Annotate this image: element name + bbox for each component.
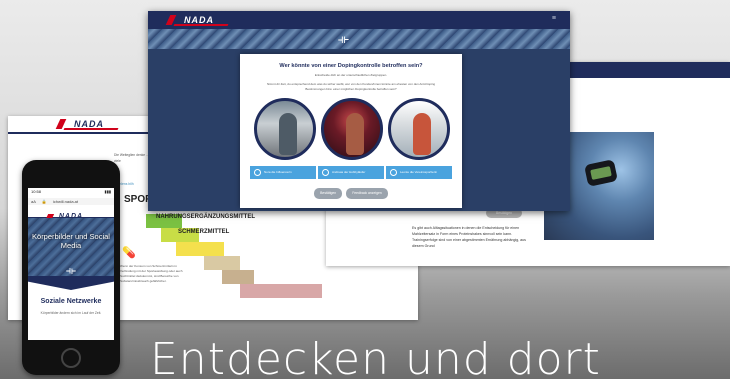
staircase-step-3: [176, 242, 224, 256]
option-influencer[interactable]: Nora die Influencerin: [250, 166, 316, 179]
option-hobby-runner[interactable]: Andreas der Hobbyläufer: [318, 166, 384, 179]
hero-strip: ⟛: [148, 29, 570, 49]
text-size-button[interactable]: aA: [31, 199, 36, 204]
phone-section-title: Soziale Netzwerke: [40, 298, 102, 305]
phone-time: 10:58: [31, 189, 42, 194]
front-header: NADA ≡: [148, 11, 570, 29]
modal-text-1: Entscheide dich an der unterschiedlichen…: [314, 73, 388, 77]
banner-text: Entdecken und dort: [150, 340, 601, 379]
phone-status-bar: 10:58 ▮▮▮: [28, 188, 114, 198]
staircase-label-supplements: NAHRUNGSERGÄNZUNGSMITTEL: [156, 214, 255, 220]
option-club-athlete[interactable]: Leonie die Vereinssportlerin: [386, 166, 452, 179]
confirm-button[interactable]: Bestätigen: [314, 188, 343, 199]
persona-photo-runner: [321, 98, 383, 160]
hamburger-menu-icon[interactable]: ≡: [552, 15, 556, 22]
signal-icon: ▮▮▮: [104, 189, 111, 194]
front-screen: NADA ≡ ⟛ Wer könnte von einer Dopingkont…: [148, 11, 570, 211]
phone-device: 10:58 ▮▮▮ aA 🔒 ichwill.nada.at NADA Körp…: [22, 160, 120, 375]
pill-icon: 💊: [122, 247, 136, 259]
feedback-button[interactable]: Feedback anzeigen: [346, 188, 388, 199]
phone-hero: Körperbilder und Social Media ⟛: [28, 218, 114, 277]
home-button[interactable]: [61, 348, 81, 368]
smartwatch-icon: [584, 159, 618, 187]
nada-logo[interactable]: NADA: [64, 118, 118, 130]
persona-options: Nora die Influencerin Andreas der Hobbyl…: [250, 166, 452, 179]
persona-photo-influencer: [254, 98, 316, 160]
phone-section-subtitle: Körperbilder ändern sich im Lauf der Zei…: [40, 311, 102, 315]
persona-photos: [254, 98, 450, 162]
nada-logo-front[interactable]: NADA: [174, 14, 228, 26]
quiz-modal: Wer könnte von einer Dopingkontrolle bet…: [240, 54, 462, 208]
modal-actions: Bestätigen Feedback anzeigen: [240, 188, 462, 199]
left-note: Wenn der Konsum von Schmerzmitteln in Ve…: [120, 264, 183, 283]
phone-screen: 10:58 ▮▮▮ aA 🔒 ichwill.nada.at NADA Körp…: [28, 188, 114, 340]
staircase-step-6: [240, 284, 322, 298]
lock-icon: 🔒: [41, 199, 47, 204]
phone-chevron-divider: [28, 276, 114, 290]
phone-hero-caption: Körperbilder und Social Media: [32, 232, 110, 250]
persona-figure: [413, 113, 431, 155]
staircase-label-painkillers: SCHMERZMITTEL: [178, 229, 230, 235]
staircase-step-5: [222, 270, 254, 284]
phone-header: NADA: [28, 205, 114, 220]
persona-figure: [279, 113, 297, 155]
phone-url-bar[interactable]: aA 🔒 ichwill.nada.at: [28, 198, 114, 205]
dumbbell-icon: ⟛: [338, 32, 349, 46]
modal-title: Wer könnte von einer Dopingkontrolle bet…: [279, 63, 423, 69]
persona-figure: [346, 113, 364, 155]
modal-text-2: Nimmt dir Zeit, du entsprechend dem was …: [266, 82, 436, 91]
staircase-step-4: [204, 256, 240, 270]
right-body-text: Es gibt auch Alltagssituationen in denen…: [412, 226, 526, 248]
phone-url: ichwill.nada.at: [52, 199, 79, 204]
persona-photo-athlete: [388, 98, 450, 160]
